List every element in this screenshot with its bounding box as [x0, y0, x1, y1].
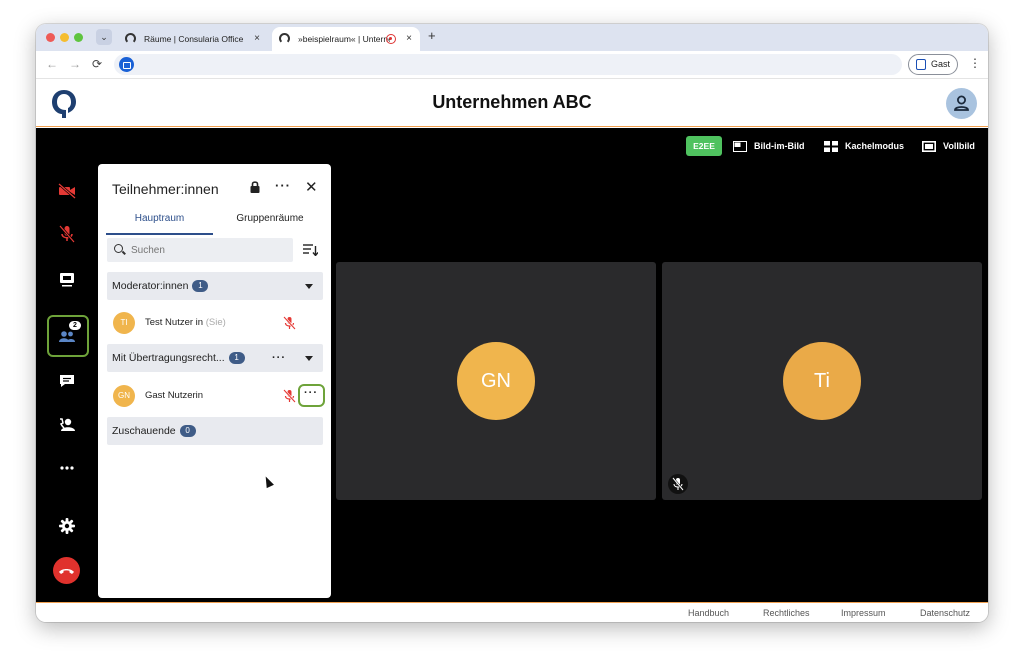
section-more-button[interactable]: ···	[272, 344, 286, 372]
tab-strip: ⌄ Räume | Consularia Office × »beispielr…	[36, 24, 988, 51]
camera-off-icon[interactable]	[56, 180, 78, 202]
mic-off-icon	[283, 389, 296, 403]
camera-permission-icon[interactable]	[119, 57, 134, 72]
browser-tab-raeume[interactable]: Räume | Consularia Office ×	[118, 27, 268, 51]
participants-count-badge: 2	[69, 321, 81, 330]
favicon-icon	[125, 33, 136, 44]
section-count-badge: 1	[192, 280, 209, 293]
search-input[interactable]	[107, 238, 293, 262]
participant-name-text: Test Nutzer in	[145, 317, 204, 328]
settings-icon[interactable]	[56, 515, 78, 537]
pip-icon	[733, 141, 747, 153]
window-minimize-button[interactable]	[60, 33, 69, 42]
tab-close-button[interactable]: ×	[254, 27, 260, 51]
sort-icon[interactable]	[303, 243, 318, 256]
footer-link-handbuch[interactable]: Handbuch	[688, 608, 729, 618]
avatar: Ti	[783, 342, 861, 420]
participant-self-label: (Sie)	[205, 317, 226, 328]
section-count-badge: 1	[228, 352, 245, 365]
section-label: Moderator:innen	[112, 280, 189, 292]
participants-panel: Teilnehmer:innen ··· ✕ Hauptraum Gruppen…	[98, 164, 331, 598]
window-close-button[interactable]	[46, 33, 55, 42]
section-viewers[interactable]: Zuschauende 0	[107, 417, 323, 445]
section-broadcasters[interactable]: Mit Übertragungsrecht... 1 ···	[107, 344, 323, 372]
mic-off-icon	[283, 316, 296, 330]
tab-title: »beispielraum« | Unternehmen ABC	[298, 34, 390, 44]
tile-mode-label: Kachelmodus	[845, 141, 905, 151]
tab-hauptraum[interactable]: Hauptraum	[106, 213, 213, 235]
footer-link-rechtliches[interactable]: Rechtliches	[763, 608, 810, 618]
fullscreen-icon	[922, 141, 936, 153]
tab-title: Räume | Consularia Office	[144, 34, 244, 44]
new-tab-button[interactable]: +	[428, 28, 436, 43]
browser-tab-beispielraum[interactable]: »beispielraum« | Unternehmen ABC ×	[272, 27, 420, 51]
browser-toolbar: ← → ⟳ Gast ⋮	[36, 51, 988, 79]
section-count-badge: 0	[179, 425, 196, 438]
chevron-down-icon	[305, 284, 313, 289]
tile-mode-button[interactable]: Kachelmodus	[824, 141, 905, 153]
screenshare-icon[interactable]	[56, 268, 78, 290]
fullscreen-label: Vollbild	[943, 141, 975, 151]
panel-title: Teilnehmer:innen	[112, 181, 219, 197]
panel-close-button[interactable]: ✕	[305, 178, 318, 196]
chevron-down-icon	[305, 356, 313, 361]
contact-icon[interactable]	[56, 414, 78, 436]
reload-button[interactable]: ⟳	[92, 57, 102, 71]
mic-off-icon[interactable]	[56, 223, 78, 245]
participant-more-button[interactable]: ···	[298, 384, 325, 407]
fullscreen-button[interactable]: Vollbild	[922, 141, 975, 153]
window-maximize-button[interactable]	[74, 33, 83, 42]
e2ee-badge[interactable]: E2EE	[686, 136, 722, 156]
lock-icon[interactable]	[248, 180, 262, 194]
pip-button[interactable]: Bild-im-Bild	[733, 141, 805, 153]
user-menu-button[interactable]	[946, 88, 977, 119]
app-title: Unternehmen ABC	[432, 92, 592, 112]
hangup-button[interactable]	[53, 557, 80, 584]
tab-close-button[interactable]: ×	[406, 27, 412, 51]
avatar: GN	[113, 385, 135, 407]
more-icon[interactable]	[56, 457, 78, 479]
footer: Handbuch Rechtliches Impressum Datenschu…	[36, 602, 988, 622]
participant-name: Test Nutzer in (Sie)	[145, 317, 226, 328]
tab-search-dropdown[interactable]: ⌄	[96, 29, 112, 45]
section-label: Mit Übertragungsrecht...	[112, 352, 225, 364]
mic-off-icon	[672, 477, 684, 491]
chat-icon[interactable]	[56, 370, 78, 392]
panel-more-button[interactable]: ···	[275, 178, 291, 193]
browser-menu-button[interactable]: ⋮	[969, 56, 981, 70]
participant-name: Gast Nutzerin	[145, 390, 204, 401]
footer-link-impressum[interactable]: Impressum	[841, 608, 886, 618]
profile-icon	[916, 59, 926, 70]
back-button[interactable]: ←	[46, 57, 58, 71]
pip-label: Bild-im-Bild	[754, 141, 805, 151]
profile-button[interactable]: Gast	[908, 54, 958, 75]
section-moderators[interactable]: Moderator:innen 1	[107, 272, 323, 300]
tile-mode-icon	[824, 141, 838, 153]
app-header: Unternehmen ABC	[36, 79, 988, 127]
footer-link-datenschutz[interactable]: Datenschutz	[920, 608, 970, 618]
section-label: Zuschauende	[112, 425, 176, 437]
video-tile[interactable]: Ti	[662, 262, 982, 500]
tab-gruppenraeume[interactable]: Gruppenräume	[216, 213, 324, 235]
meeting-stage: E2EE Bild-im-Bild Kachelmodus Vollbild 2	[36, 128, 988, 602]
browser-window: ⌄ Räume | Consularia Office × »beispielr…	[36, 24, 988, 622]
participant-row[interactable]: TI Test Nutzer in (Sie)	[107, 308, 323, 338]
profile-label: Gast	[931, 59, 951, 69]
video-tile[interactable]: GN	[336, 262, 656, 500]
user-icon	[954, 95, 969, 111]
participant-row[interactable]: GN Gast Nutzerin ···	[107, 381, 325, 411]
more-icon: ···	[304, 387, 318, 399]
tile-mic-off-indicator	[668, 474, 688, 494]
avatar: TI	[113, 312, 135, 334]
forward-button[interactable]: →	[69, 57, 81, 71]
search-icon	[114, 244, 123, 253]
recording-icon	[386, 34, 396, 44]
avatar: GN	[457, 342, 535, 420]
address-bar[interactable]	[114, 54, 902, 75]
favicon-icon	[279, 33, 290, 44]
hangup-icon	[59, 569, 74, 574]
